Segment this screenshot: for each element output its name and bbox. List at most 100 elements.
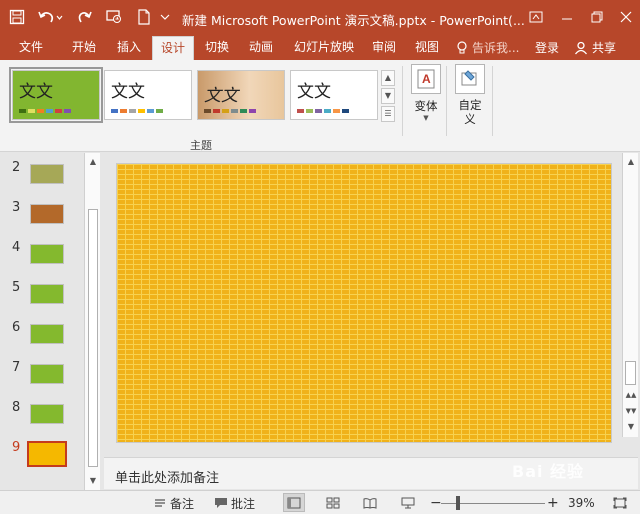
theme-item-4[interactable]: 文文 — [290, 70, 378, 120]
fit-to-window-icon — [613, 497, 627, 508]
login-link[interactable]: 登录 — [535, 36, 559, 60]
theme-item-3[interactable]: 文文 — [197, 70, 285, 120]
slide-sorter-button[interactable] — [322, 493, 344, 512]
scrollbar-thumb[interactable] — [88, 209, 98, 467]
slide-thumbnail[interactable] — [30, 404, 64, 424]
next-slide-icon[interactable]: ▼▼ — [625, 405, 637, 417]
tab-home[interactable]: 开始 — [64, 36, 104, 60]
comments-button[interactable]: 批注 — [214, 494, 255, 512]
window-title: 新建 Microsoft PowerPoint 演示文稿.pptx - Powe… — [182, 13, 525, 28]
slide-thumbnail[interactable] — [30, 164, 64, 184]
comment-icon — [215, 498, 227, 508]
close-icon[interactable] — [614, 6, 638, 28]
slide-thumbnail[interactable] — [30, 244, 64, 264]
tell-me-label: 告诉我... — [472, 41, 520, 55]
tab-animations[interactable]: 动画 — [242, 36, 280, 60]
watermark-logo: Bai 经验 — [512, 462, 585, 481]
scroll-up-icon[interactable]: ▲ — [87, 156, 99, 168]
customize-button[interactable]: 自定 义 — [450, 64, 490, 126]
undo-button[interactable] — [34, 6, 66, 28]
scroll-down-icon[interactable]: ▼ — [87, 475, 99, 487]
notes-placeholder: 单击此处添加备注 — [115, 471, 220, 486]
tab-transitions[interactable]: 切换 — [198, 36, 236, 60]
fit-slide-button[interactable] — [609, 493, 631, 512]
minimize-icon[interactable] — [555, 6, 579, 28]
undo-icon — [38, 11, 63, 23]
person-icon — [574, 41, 588, 55]
tab-file[interactable]: 文件 — [8, 36, 54, 60]
normal-view-button[interactable] — [283, 493, 305, 512]
slide-scrollbar[interactable]: ▲ ▲▲ ▼▼ ▼ — [622, 153, 638, 437]
slide-number: 6 — [12, 320, 21, 335]
notes-toggle-button[interactable]: 备注 — [153, 494, 194, 512]
previous-slide-icon[interactable]: ▲▲ — [625, 389, 637, 401]
gallery-more-button[interactable]: ☰ — [381, 106, 395, 122]
share-button[interactable]: 共享 — [574, 36, 616, 60]
zoom-slider-thumb[interactable] — [456, 496, 460, 510]
theme-color-swatches — [297, 109, 349, 113]
reading-view-icon — [363, 497, 377, 509]
slide-thumbnail-current[interactable] — [27, 441, 67, 467]
dropdown-arrow-icon: ▼ — [423, 114, 429, 122]
slide-thumbnail[interactable] — [30, 324, 64, 344]
slide-number: 8 — [12, 400, 21, 415]
tab-view[interactable]: 视图 — [408, 36, 446, 60]
theme-item-1[interactable]: 文文 — [9, 67, 103, 123]
group-divider — [402, 66, 403, 136]
tell-me-box[interactable]: 告诉我... — [456, 36, 519, 60]
slideshow-icon — [401, 497, 415, 508]
redo-icon[interactable] — [74, 6, 96, 28]
ribbon-display-options-icon[interactable] — [524, 6, 548, 28]
theme-label: 文文 — [297, 82, 331, 102]
theme-color-swatches — [19, 109, 71, 113]
tab-insert[interactable]: 插入 — [110, 36, 148, 60]
customize-qat-icon[interactable] — [158, 6, 172, 28]
variants-button[interactable]: A 变体 ▼ — [406, 64, 446, 122]
tab-design[interactable]: 设计 — [152, 36, 194, 60]
current-slide-canvas[interactable] — [116, 163, 612, 443]
scroll-down-icon[interactable]: ▼ — [625, 421, 637, 433]
title-bar: 新建 Microsoft PowerPoint 演示文稿.pptx - Powe… — [0, 0, 640, 36]
svg-text:A: A — [422, 72, 431, 86]
share-label: 共享 — [592, 41, 617, 55]
tab-slideshow[interactable]: 幻灯片放映 — [286, 36, 362, 60]
lightbulb-icon — [457, 41, 467, 54]
gallery-scroll-down-button[interactable]: ▼ — [381, 88, 395, 104]
zoom-out-button[interactable]: − — [430, 494, 442, 512]
slide-thumbnail[interactable] — [30, 364, 64, 384]
scrollbar-thumb[interactable] — [625, 361, 636, 385]
slide-thumbnail[interactable] — [30, 284, 64, 304]
slide-thumbnail-pane: 2 3 4 5 6 7 8 9 ▲ ▼ — [0, 153, 102, 490]
slide-number: 7 — [12, 360, 21, 375]
slide-number-current: 9 — [12, 440, 21, 455]
customize-slide-icon — [455, 64, 485, 94]
normal-view-icon — [287, 497, 301, 508]
thumbnail-scrollbar[interactable]: ▲ ▼ — [84, 153, 100, 490]
reading-view-button[interactable] — [359, 493, 381, 512]
zoom-level[interactable]: 39% — [568, 494, 595, 512]
theme-label: 文文 — [111, 82, 145, 102]
gallery-scroll-up-button[interactable]: ▲ — [381, 70, 395, 86]
start-slideshow-icon[interactable] — [102, 6, 126, 28]
slide-number: 5 — [12, 280, 21, 295]
group-divider — [446, 66, 447, 136]
themes-group-label: 主题 — [190, 139, 212, 152]
scroll-up-icon[interactable]: ▲ — [625, 156, 637, 168]
save-icon[interactable] — [6, 6, 28, 28]
slide-number: 3 — [12, 200, 21, 215]
theme-color-swatches — [111, 109, 163, 113]
notes-icon — [155, 499, 165, 507]
comments-label: 批注 — [231, 496, 256, 511]
zoom-in-button[interactable]: + — [547, 494, 559, 512]
restore-icon[interactable] — [585, 6, 609, 28]
theme-item-2[interactable]: 文文 — [104, 70, 192, 120]
ribbon-design: 文文 文文 文文 文文 ▲ ▼ ☰ 主题 A 变体 ▼ 自定 义 — [0, 60, 640, 152]
slide-thumbnail[interactable] — [30, 204, 64, 224]
slide-number: 4 — [12, 240, 21, 255]
notes-toggle-label: 备注 — [170, 496, 195, 511]
tab-review[interactable]: 审阅 — [366, 36, 402, 60]
slide-editing-area — [104, 153, 621, 451]
slideshow-button[interactable] — [397, 493, 419, 512]
new-document-icon[interactable] — [134, 6, 154, 28]
theme-label: 文文 — [204, 86, 238, 106]
